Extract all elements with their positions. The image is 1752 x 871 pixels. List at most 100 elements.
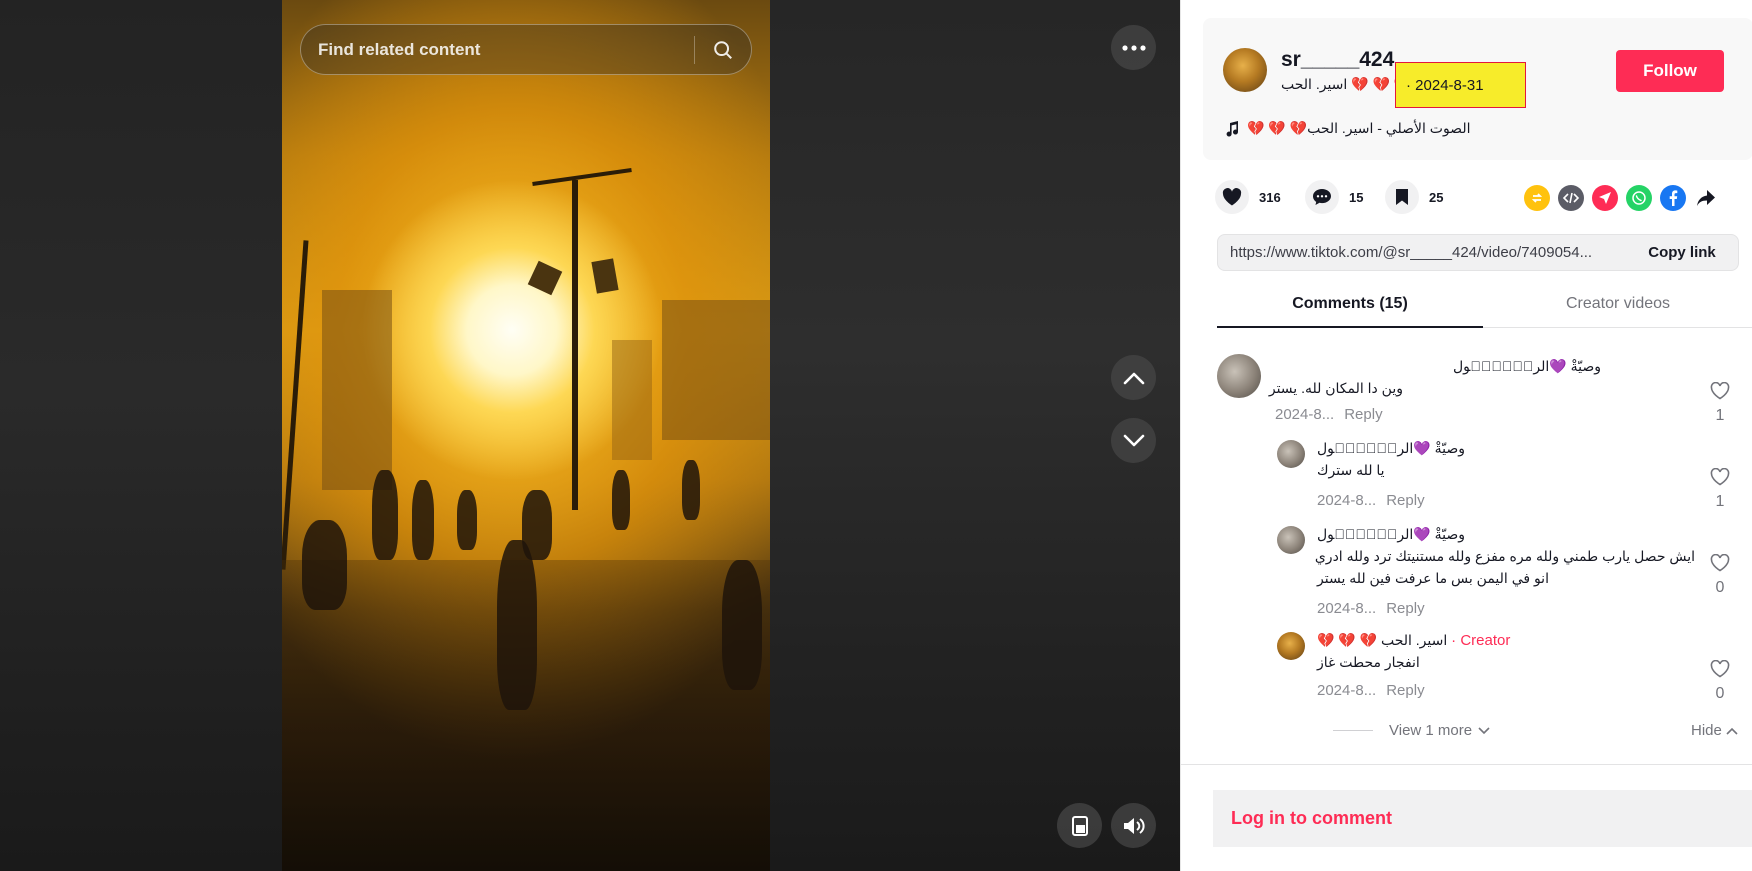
comment-meta: 2024-8... Reply: [1275, 406, 1383, 423]
heart-outline-icon: [1710, 553, 1730, 572]
search-icon: [714, 40, 732, 59]
post-date: · 2024-8-31: [1406, 76, 1484, 94]
next-video-button[interactable]: [1111, 418, 1156, 463]
reply-button[interactable]: Reply: [1386, 492, 1424, 509]
speaker-icon: [1123, 817, 1145, 834]
copy-link-button[interactable]: Copy link: [1626, 244, 1738, 261]
chevron-down-icon: [1478, 726, 1490, 734]
commenter-name[interactable]: وصيّةْ 💜الرسّۣۗـۙول: [1453, 358, 1601, 375]
reply-item: وصيّةْ 💜الرسّۣۗـۙول يا لله سترك 2024-8..…: [1277, 440, 1717, 510]
street-lamp-pole: [572, 180, 578, 510]
comment-button[interactable]: [1305, 180, 1339, 214]
comment-text: وين دا المكان لله. يستر: [1268, 380, 1403, 396]
hide-label: Hide: [1691, 722, 1722, 739]
video-link-text[interactable]: https://www.tiktok.com/@sr_____424/video…: [1218, 244, 1626, 261]
author-avatar[interactable]: [1223, 48, 1267, 92]
replier-avatar[interactable]: [1277, 526, 1305, 554]
search-input[interactable]: [301, 25, 694, 74]
building-silhouette: [662, 300, 770, 440]
comment-like-count: 1: [1715, 493, 1725, 510]
video-player[interactable]: [282, 0, 770, 871]
copy-link-box: https://www.tiktok.com/@sr_____424/video…: [1217, 234, 1739, 271]
repost-button[interactable]: [1524, 185, 1550, 211]
like-action[interactable]: 316: [1215, 180, 1281, 214]
reply-button[interactable]: Reply: [1386, 682, 1424, 699]
chevron-up-icon: [1726, 727, 1738, 735]
facebook-share-button[interactable]: [1660, 185, 1686, 211]
panel-tabs: Comments (15) Creator videos: [1217, 288, 1752, 328]
reply-meta: 2024-8... Reply: [1317, 600, 1425, 617]
view-more-replies[interactable]: View 1 more: [1333, 722, 1490, 739]
ellipsis-icon: [1121, 44, 1146, 51]
pole: [282, 240, 309, 570]
previous-video-button[interactable]: [1111, 355, 1156, 400]
reply-text: ايش حصل يارب طمني ولله مره مفزع ولله مست…: [1314, 548, 1695, 564]
heart-outline-icon: [1710, 467, 1730, 486]
search-button[interactable]: [695, 25, 751, 74]
comment-like-count: 1: [1715, 407, 1725, 424]
street-lamp-arm: [532, 168, 632, 186]
comment-like[interactable]: 0: [1705, 659, 1735, 703]
comment-date: 2024-8...: [1275, 406, 1335, 423]
whatsapp-share-button[interactable]: [1626, 185, 1652, 211]
comment-input-divider: [1181, 764, 1752, 765]
heart-outline-icon: [1710, 659, 1730, 678]
more-share-button[interactable]: [1693, 185, 1719, 211]
view-more-label: View 1 more: [1389, 722, 1473, 739]
comment-action[interactable]: 15: [1305, 180, 1363, 214]
person-silhouette: [682, 460, 700, 520]
repost-icon: [1531, 193, 1543, 203]
tab-comments[interactable]: Comments (15): [1217, 288, 1483, 328]
comment-list: وصيّةْ 💜الرسّۣۗـۙول وين دا المكان لله. ي…: [1181, 340, 1752, 760]
comment-like[interactable]: 0: [1705, 553, 1735, 597]
send-to-friends-button[interactable]: [1592, 185, 1618, 211]
action-bar: 316 15 25: [1215, 180, 1735, 216]
chevron-up-icon: [1123, 372, 1144, 384]
floating-player-button[interactable]: [1057, 803, 1102, 848]
reply-text: انفجار محطت غاز: [1317, 654, 1420, 670]
reply-button[interactable]: Reply: [1386, 600, 1424, 617]
person-silhouette: [372, 470, 398, 560]
person-silhouette: [497, 540, 537, 710]
creator-avatar[interactable]: [1277, 632, 1305, 660]
hide-replies-button[interactable]: Hide: [1691, 722, 1738, 739]
like-button[interactable]: [1215, 180, 1249, 214]
comment-like[interactable]: 1: [1705, 467, 1735, 511]
replier-name[interactable]: اسير. الحب 💔 💔 💔: [1317, 632, 1447, 648]
author-nickname: اسير. الحب 💔 💔 💔: [1281, 76, 1411, 93]
login-to-comment-bar[interactable]: Log in to comment: [1213, 790, 1752, 847]
volume-button[interactable]: [1111, 803, 1156, 848]
login-to-comment-link[interactable]: Log in to comment: [1231, 808, 1392, 829]
comment-item: وصيّةْ 💜الرسّۣۗـۙول وين دا المكان لله. ي…: [1217, 354, 1737, 424]
save-button[interactable]: [1385, 180, 1419, 214]
replier-name[interactable]: وصيّةْ 💜الرسّۣۗـۙول: [1317, 440, 1465, 457]
comment-like[interactable]: 1: [1705, 381, 1735, 425]
replier-name[interactable]: وصيّةْ 💜الرسّۣۗـۙول: [1317, 526, 1465, 543]
replier-avatar[interactable]: [1277, 440, 1305, 468]
commenter-avatar[interactable]: [1217, 354, 1261, 398]
music-row[interactable]: 💔 💔 💔الصوت الأصلي - اسير. الحب: [1225, 120, 1470, 137]
embed-code-icon: [1563, 192, 1579, 204]
side-panel: sr_____424 اسير. الحب 💔 💔 💔 · 2024-8-31 …: [1180, 0, 1752, 871]
tab-creator-videos[interactable]: Creator videos: [1485, 288, 1751, 328]
comment-count: 15: [1349, 189, 1364, 205]
save-action[interactable]: 25: [1385, 180, 1443, 214]
music-note-icon: [1226, 120, 1239, 137]
heart-outline-icon: [1710, 381, 1730, 400]
comment-icon: [1313, 189, 1331, 205]
author-username[interactable]: sr_____424: [1281, 48, 1394, 72]
embed-button[interactable]: [1558, 185, 1584, 211]
person-silhouette: [722, 560, 762, 690]
comment-like-count: 0: [1715, 579, 1725, 596]
reply-date: 2024-8...: [1317, 492, 1377, 509]
author-nickname-text: اسير. الحب 💔 💔 💔: [1281, 76, 1412, 92]
search-bar[interactable]: [300, 24, 752, 75]
reply-text-line2: انو في اليمن بس ما عرفت فين لله يستر: [1317, 570, 1549, 586]
more-options-button[interactable]: [1111, 25, 1156, 70]
reply-button[interactable]: Reply: [1344, 406, 1382, 423]
building-silhouette: [612, 340, 652, 460]
like-count: 316: [1259, 189, 1281, 205]
video-info-card: sr_____424 اسير. الحب 💔 💔 💔 · 2024-8-31 …: [1203, 18, 1752, 160]
follow-button[interactable]: Follow: [1616, 50, 1724, 92]
comment-like-count: 0: [1715, 685, 1725, 702]
